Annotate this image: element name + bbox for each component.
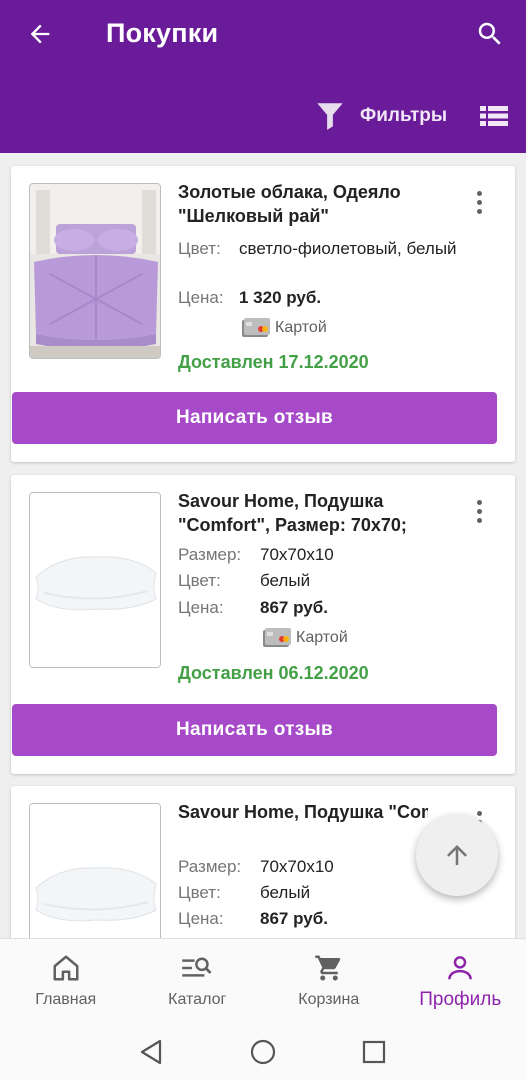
attribute-row: Цена: 1 320 руб. — [178, 286, 321, 310]
search-button[interactable] — [470, 14, 510, 54]
payment-method: Картой — [241, 317, 327, 339]
filters-button[interactable]: Фильтры — [316, 96, 447, 136]
attribute-row: Цвет: белый — [178, 569, 310, 593]
attribute-label: Цена: — [178, 598, 224, 617]
search-icon — [478, 22, 501, 45]
credit-card-icon — [242, 318, 270, 337]
bottom-navigation: Главная Каталог Корзина Профиль — [0, 938, 526, 1022]
product-name[interactable]: Savour Home, Подушка "Comfort", Размер: … — [178, 489, 468, 537]
payment-label: Картой — [275, 319, 327, 336]
attribute-row: Цвет: белый — [178, 881, 310, 905]
square-recents-icon — [362, 1040, 386, 1064]
delivery-status: Доставлен 17.12.2020 — [178, 352, 369, 372]
system-home-button[interactable] — [247, 1036, 279, 1068]
attribute-row: Цена: 867 руб. — [178, 907, 328, 931]
nav-cart-label: Корзина — [298, 991, 360, 1008]
price-value: 867 руб. — [260, 598, 328, 617]
system-navigation-bar — [0, 1022, 526, 1080]
page-title: Покупки — [106, 18, 219, 48]
attribute-label: Цена: — [178, 288, 224, 307]
nav-catalog-label: Каталог — [168, 991, 227, 1008]
attribute-row: Размер: 70x70x10 — [178, 855, 334, 879]
attribute-value: 70x70x10 — [260, 857, 334, 876]
cart-icon — [315, 955, 341, 981]
attribute-value: белый — [260, 883, 311, 902]
app-bar: Покупки Фильтры — [0, 0, 526, 153]
arrow-left-icon — [30, 24, 50, 44]
order-card: Savour Home, Подушка "Comfort", Размер: … — [11, 475, 515, 774]
payment-method: Картой — [262, 627, 348, 649]
profile-icon — [448, 956, 473, 980]
attribute-value: 70x70x10 — [260, 545, 334, 564]
circle-home-icon — [250, 1039, 276, 1065]
attribute-row: Цена: 867 руб. — [178, 596, 328, 620]
product-name[interactable]: Золотые облака, Одеяло "Шелковый рай" — [178, 180, 468, 228]
filters-label: Фильтры — [360, 105, 448, 126]
triangle-back-icon — [140, 1039, 162, 1065]
price-value: 867 руб. — [260, 909, 328, 928]
delivery-status: Доставлен 06.12.2020 — [178, 663, 369, 683]
product-image[interactable] — [29, 183, 161, 359]
lavender-comforter-image — [30, 184, 160, 358]
nav-profile-label: Профиль — [419, 989, 502, 1010]
write-review-button[interactable]: Написать отзыв — [12, 392, 497, 444]
attribute-label: Цвет: — [178, 883, 221, 902]
filter-funnel-icon — [317, 103, 343, 130]
write-review-button[interactable]: Написать отзыв — [12, 704, 497, 756]
system-back-button[interactable] — [135, 1036, 167, 1068]
attribute-row: Цвет: светло-фиолетовый, белый — [178, 237, 457, 261]
attribute-label: Цвет: — [178, 571, 221, 590]
attribute-row: Размер: 70x70x10 — [178, 543, 334, 567]
view-toggle-button[interactable] — [476, 98, 512, 134]
payment-label: Картой — [296, 629, 348, 646]
attribute-label: Размер: — [178, 545, 242, 564]
product-name[interactable]: Savour Home, Подушка "Comfort", Размер: … — [178, 800, 428, 824]
system-recents-button[interactable] — [358, 1036, 390, 1068]
back-button[interactable] — [22, 16, 58, 52]
attribute-label: Цвет: — [178, 239, 221, 258]
attribute-value: белый — [260, 571, 311, 590]
list-view-icon — [480, 106, 508, 126]
chevron-up-icon — [447, 845, 467, 865]
nav-home-label: Главная — [35, 991, 97, 1008]
white-pillow-image — [30, 493, 160, 667]
nav-profile[interactable]: Профиль — [395, 939, 526, 1023]
price-value: 1 320 руб. — [239, 288, 322, 307]
nav-catalog[interactable]: Каталог — [132, 939, 264, 1023]
scroll-to-top-button[interactable] — [416, 814, 498, 896]
more-options-button[interactable] — [467, 494, 491, 528]
attribute-value: светло-фиолетовый, белый — [239, 239, 457, 258]
nav-home[interactable]: Главная — [0, 939, 132, 1023]
home-icon — [53, 955, 79, 981]
nav-cart[interactable]: Корзина — [263, 939, 395, 1023]
more-options-button[interactable] — [467, 185, 491, 219]
catalog-search-icon — [182, 957, 212, 977]
order-card: Золотые облака, Одеяло "Шелковый рай" Цв… — [11, 166, 515, 462]
attribute-label: Размер: — [178, 857, 242, 876]
credit-card-icon — [263, 628, 291, 647]
attribute-label: Цена: — [178, 909, 224, 928]
product-image[interactable] — [29, 492, 161, 668]
